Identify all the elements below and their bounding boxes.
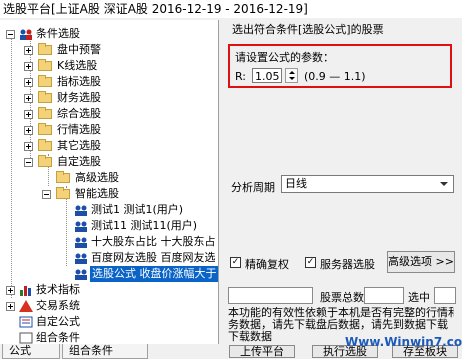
server-checkbox[interactable]: ✓ [305,257,316,268]
tree-item-label: 财务选股 [57,91,101,104]
collapse-icon[interactable] [42,190,51,199]
people-icon [75,253,87,264]
expand-icon[interactable] [24,62,33,71]
tree-item-label: 指标选股 [57,75,101,88]
folder-icon [38,43,52,55]
people-icon [75,237,87,248]
folder-icon [38,155,52,167]
tree-item-label: 条件选股 [36,27,80,40]
period-select[interactable]: 日线 [281,175,454,193]
folder-icon [38,107,52,119]
expand-icon[interactable] [24,78,33,87]
tree-item-label: 自定公式 [36,315,80,328]
total-label: 股票总数 [320,291,364,304]
selected-count-field [434,287,456,304]
upload-button[interactable]: 上传平台 [229,345,295,358]
folder-icon [56,171,70,183]
tree-item-label: 测试1 测试1(用户) [91,203,184,216]
expand-icon[interactable] [24,94,33,103]
people-icon [75,205,87,216]
param-range: (0.9 — 1.1) [304,70,366,83]
expand-icon[interactable] [24,46,33,55]
folder-icon [56,187,70,199]
param-input[interactable]: 1.05 [252,68,282,83]
formula-icon [19,316,33,328]
condition-tree[interactable]: 条件选股 盘中预警 K线选股 指标选股 财务选股 综合选股 行情选股 其它选股 [0,20,219,344]
tree-item-label: 智能选股 [75,187,119,200]
expand-icon[interactable] [24,110,33,119]
indicator-icon [20,286,31,296]
expand-icon[interactable] [24,142,33,151]
folder-icon [38,75,52,87]
expand-icon[interactable] [6,302,15,311]
trade-icon [19,300,33,312]
tab-formula[interactable]: 公式 [2,344,60,359]
tree-item-label: 百度网友选股 百度网友选 [91,251,216,264]
tab-combo[interactable]: 组合条件 [62,344,148,359]
tree-item-label: 盘中预警 [57,43,101,56]
tree-item-label: 自定选股 [57,155,101,168]
tree-item-label: 选股公式 收盘价涨幅大于 [90,266,218,282]
panel-header: 选出符合条件[选股公式]的股票 [232,23,384,36]
people-icon [75,269,87,280]
watermark: Www.Winwin7.com [345,335,462,349]
tree-item-label: 技术指标 [36,283,80,296]
tree-item-label: 高级选股 [75,171,119,184]
tree-item-label: 行情选股 [57,123,101,136]
total-field [228,287,313,304]
precise-label: 精确复权 [245,258,289,271]
param-title: 请设置公式的参数： [235,51,334,64]
expand-icon[interactable] [6,286,15,295]
param-box: 请设置公式的参数： R: 1.05 (0.9 — 1.1) [228,44,452,88]
tree-item-label: 交易系统 [36,299,80,312]
precise-checkbox[interactable]: ✓ [230,257,241,268]
server-label: 服务器选股 [320,258,375,271]
folder-icon [38,139,52,151]
expand-icon[interactable] [24,126,33,135]
tree-item-label: 十大股东占比 十大股东占 [91,235,216,248]
tree-item-label: 综合选股 [57,107,101,120]
people-icon [20,29,32,40]
folder-icon [38,59,52,71]
tree-item-label: 测试11 测试11(用户) [91,219,198,232]
tree-item-label: K线选股 [57,59,98,72]
param-name: R: [235,70,247,83]
total-count-field [364,287,404,304]
spinner-icon[interactable] [285,68,298,83]
folder-icon [38,91,52,103]
combo-icon [19,332,33,344]
folder-icon [38,123,52,135]
tree-connector [11,36,12,298]
selected-label: 选中 [408,291,430,304]
period-label: 分析周期 [231,181,275,194]
tree-item-label: 组合条件 [36,331,80,344]
tree-item-label: 其它选股 [57,139,101,152]
collapse-icon[interactable] [6,30,15,39]
collapse-icon[interactable] [24,158,33,167]
window-title: 选股平台[上证A股 深证A股 2016-12-19 - 2016-12-19] [0,0,462,18]
people-icon [75,221,87,232]
advanced-options-button[interactable]: 高级选项 >> [387,251,455,273]
